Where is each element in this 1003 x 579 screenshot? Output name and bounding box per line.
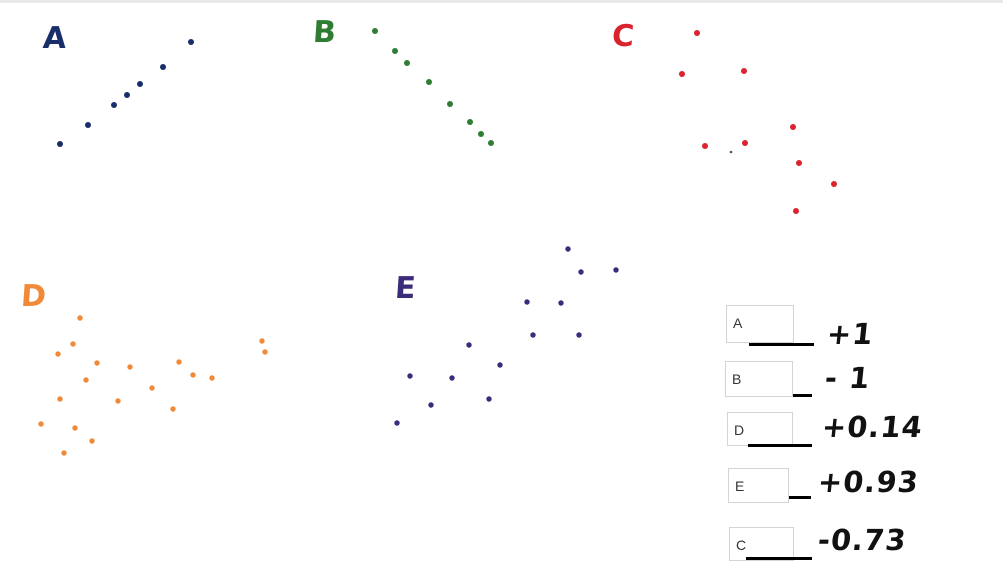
data-point [160, 64, 166, 70]
answer-blank-line [793, 394, 812, 397]
data-point [38, 421, 44, 427]
data-point [57, 396, 63, 402]
data-point [524, 299, 530, 305]
data-point [729, 150, 733, 154]
data-point [190, 372, 196, 378]
answer-box-d[interactable]: D [727, 412, 793, 446]
data-point [94, 360, 100, 366]
data-point [83, 377, 89, 383]
data-point [426, 79, 432, 85]
correlation-value: -0.73 [816, 523, 909, 557]
data-point [449, 375, 455, 381]
data-point [578, 269, 584, 275]
answer-blank-line [789, 496, 811, 499]
plot-label-a: A [41, 21, 68, 56]
data-point [796, 160, 802, 166]
data-point [486, 396, 492, 402]
data-point [407, 373, 413, 379]
data-point [565, 246, 571, 252]
data-point [188, 39, 194, 45]
data-point [372, 28, 378, 34]
data-point [111, 102, 117, 108]
plot-label-b: B [311, 15, 338, 50]
data-point [70, 341, 76, 347]
answer-blank-line [748, 444, 812, 447]
data-point [77, 315, 83, 321]
scatter-plot-d [38, 315, 268, 456]
scatter-plot-a [57, 39, 194, 147]
correlation-value: - 1 [823, 361, 873, 395]
data-point [447, 101, 453, 107]
data-point [790, 124, 796, 130]
correlation-value: +0.93 [816, 465, 921, 499]
data-point [115, 398, 121, 404]
scatter-plot-b [372, 28, 494, 146]
data-point [137, 81, 143, 87]
data-point [576, 332, 582, 338]
data-point [55, 351, 61, 357]
answer-box-a[interactable]: A [726, 305, 794, 343]
data-point [176, 359, 182, 365]
data-point [558, 300, 564, 306]
plot-label-c: C [610, 19, 636, 54]
data-point [259, 338, 265, 344]
data-point [89, 438, 95, 444]
data-point [149, 385, 155, 391]
scatter-plot-c [679, 30, 837, 214]
data-point [85, 122, 91, 128]
data-point [262, 349, 268, 355]
data-point [831, 181, 837, 187]
data-point [793, 208, 799, 214]
answer-box-c[interactable]: C [729, 527, 794, 561]
data-point [742, 140, 748, 146]
data-point [741, 68, 747, 74]
data-point [394, 420, 400, 426]
correlation-value: +1 [825, 317, 876, 351]
scatter-plot-e [394, 246, 619, 426]
data-point [404, 60, 410, 66]
data-point [57, 141, 63, 147]
data-point [613, 267, 619, 273]
answer-box-b[interactable]: B [725, 361, 793, 397]
data-point [392, 48, 398, 54]
plot-label-d: D [19, 279, 48, 314]
plot-label-e: E [393, 271, 417, 306]
data-point [488, 140, 494, 146]
answer-box-e[interactable]: E [728, 468, 789, 503]
data-point [702, 143, 708, 149]
data-point [170, 406, 176, 412]
data-point [679, 71, 685, 77]
data-point [466, 342, 472, 348]
data-point [61, 450, 67, 456]
data-point [127, 364, 133, 370]
data-point [428, 402, 434, 408]
data-point [72, 425, 78, 431]
data-point [694, 30, 700, 36]
answer-blank-line [746, 557, 812, 560]
data-point [124, 92, 130, 98]
data-point [467, 119, 473, 125]
data-point [478, 131, 484, 137]
data-point [209, 375, 215, 381]
answer-blank-line [749, 343, 814, 346]
data-point [530, 332, 536, 338]
correlation-value: +0.14 [820, 410, 925, 444]
data-point [497, 362, 503, 368]
